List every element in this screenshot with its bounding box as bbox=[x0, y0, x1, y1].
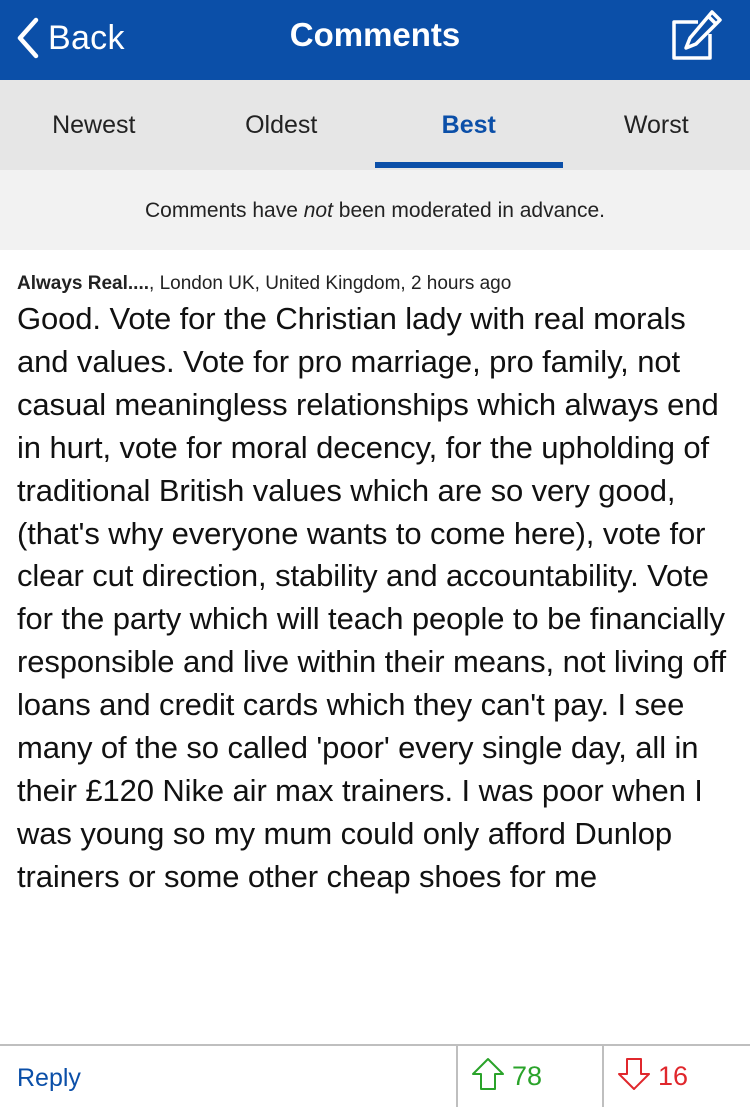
tab-label: Worst bbox=[624, 111, 689, 139]
notice-text-end: been moderated in advance. bbox=[333, 199, 605, 222]
downvote-button[interactable]: 16 bbox=[616, 1046, 688, 1107]
divider bbox=[456, 1046, 458, 1107]
tab-oldest[interactable]: Oldest bbox=[188, 80, 376, 170]
comment-author[interactable]: Always Real.... bbox=[17, 273, 149, 294]
back-label: Back bbox=[48, 19, 125, 58]
navigation-bar: Back Comments bbox=[0, 0, 750, 80]
compose-button[interactable] bbox=[668, 10, 722, 64]
comment-meta: Always Real...., London UK, United Kingd… bbox=[17, 270, 733, 298]
divider bbox=[602, 1046, 604, 1107]
active-tab-indicator bbox=[375, 162, 563, 168]
tab-label: Oldest bbox=[245, 111, 317, 139]
arrow-down-icon bbox=[616, 1056, 652, 1097]
notice-emphasis: not bbox=[304, 199, 333, 222]
comment-location-time: , London UK, United Kingdom, 2 hours ago bbox=[149, 273, 511, 294]
comment-body: Good. Vote for the Christian lady with r… bbox=[17, 298, 733, 899]
upvote-button[interactable]: 78 bbox=[470, 1046, 542, 1107]
moderation-notice: Comments have not been moderated in adva… bbox=[0, 170, 750, 250]
comment: Always Real...., London UK, United Kingd… bbox=[17, 250, 733, 899]
sort-tabs: Newest Oldest Best Worst bbox=[0, 80, 750, 170]
comment-action-bar: Reply 78 16 bbox=[0, 1044, 750, 1107]
tab-worst[interactable]: Worst bbox=[563, 80, 750, 170]
notice-text: Comments have bbox=[145, 199, 304, 222]
chevron-left-icon bbox=[16, 16, 40, 60]
compose-icon bbox=[668, 51, 722, 68]
tab-label: Newest bbox=[52, 111, 135, 139]
tab-label: Best bbox=[442, 111, 496, 139]
downvote-count: 16 bbox=[658, 1061, 688, 1092]
arrow-up-icon bbox=[470, 1056, 506, 1097]
back-button[interactable]: Back bbox=[16, 14, 125, 62]
upvote-count: 78 bbox=[512, 1061, 542, 1092]
tab-best[interactable]: Best bbox=[375, 80, 563, 170]
reply-button[interactable]: Reply bbox=[17, 1046, 81, 1107]
tab-newest[interactable]: Newest bbox=[0, 80, 188, 170]
